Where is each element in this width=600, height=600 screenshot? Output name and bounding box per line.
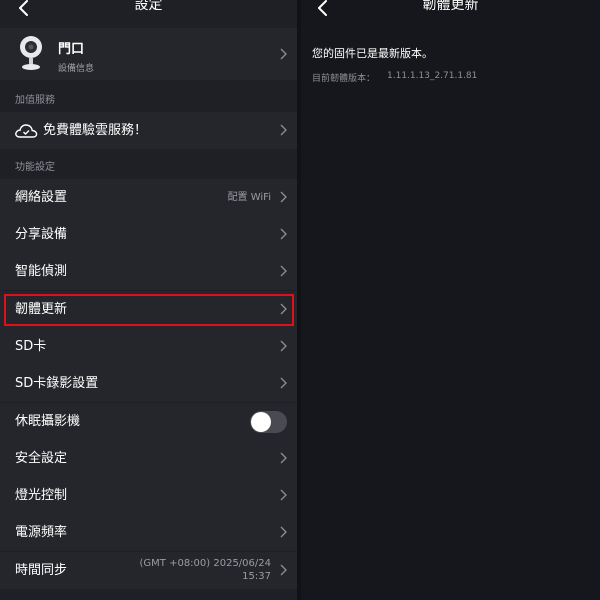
- sleep-camera-toggle[interactable]: [250, 411, 287, 433]
- device-info-row[interactable]: 門口 設備信息: [0, 28, 297, 80]
- cloud-service-label: 免費體驗雲服務！: [43, 123, 148, 138]
- row-label: 電源頻率: [15, 525, 68, 540]
- camera-icon: [20, 36, 42, 70]
- chevron-right-icon: [280, 265, 287, 277]
- sleep-camera-row: 休眠攝影機: [0, 403, 297, 440]
- chevron-right-icon: [280, 228, 287, 240]
- settings-header: 設定: [0, 0, 297, 24]
- network-settings-row[interactable]: 網絡設置 配置 WiFi: [0, 179, 297, 216]
- power-frequency-row[interactable]: 電源頻率: [0, 514, 297, 551]
- chevron-right-icon: [280, 303, 287, 315]
- row-label: 網絡設置: [15, 190, 68, 205]
- firmware-version-value: 1.11.1.13_2.71.1.81: [387, 71, 478, 81]
- firmware-update-row[interactable]: 韌體更新: [0, 291, 297, 328]
- app-root: 設定 門口 設備信息 加值服務 免費體驗雲服務！ 功能設定 網絡設置 配置 Wi…: [0, 0, 600, 600]
- device-subtitle: 設備信息: [58, 64, 95, 74]
- sd-recording-settings-row[interactable]: SD卡錄影設置: [0, 365, 297, 402]
- section-functions: 功能設定: [15, 162, 55, 173]
- chevron-right-icon: [280, 340, 287, 352]
- firmware-header: 韌體更新: [301, 0, 600, 24]
- row-label: 韌體更新: [15, 302, 68, 317]
- firmware-version-label: 目前韌體版本：: [312, 74, 376, 84]
- section-value-added: 加值服務: [15, 95, 55, 106]
- firmware-status-text: 您的固件已是最新版本。: [312, 47, 433, 60]
- settings-panel: 設定 門口 設備信息 加值服務 免費體驗雲服務！ 功能設定 網絡設置 配置 Wi…: [0, 0, 297, 600]
- sd-card-row[interactable]: SD卡: [0, 328, 297, 365]
- chevron-right-icon: [280, 564, 287, 576]
- firmware-title: 韌體更新: [422, 0, 479, 13]
- row-label: SD卡錄影設置: [15, 376, 99, 391]
- row-label: 休眠攝影機: [15, 414, 81, 429]
- chevron-right-icon: [280, 452, 287, 464]
- row-label: 時間同步: [15, 563, 68, 578]
- time-sync-value: (GMT +08:00) 2025/06/24 15:37: [140, 557, 271, 583]
- cloud-service-row[interactable]: 免費體驗雲服務！: [0, 112, 297, 149]
- cloud-icon: [15, 124, 38, 138]
- settings-title: 設定: [134, 0, 163, 13]
- chevron-right-icon: [280, 489, 287, 501]
- device-name: 門口: [58, 42, 85, 57]
- row-value: 配置 WiFi: [227, 192, 271, 203]
- chevron-right-icon: [280, 191, 287, 203]
- share-device-row[interactable]: 分享設備: [0, 216, 297, 253]
- chevron-right-icon: [280, 526, 287, 538]
- security-settings-row[interactable]: 安全設定: [0, 440, 297, 477]
- light-control-row[interactable]: 燈光控制: [0, 477, 297, 514]
- row-label: 燈光控制: [15, 488, 68, 503]
- chevron-right-icon: [280, 124, 287, 136]
- row-label: 分享設備: [15, 227, 68, 242]
- toggle-knob: [251, 412, 271, 432]
- firmware-panel: 韌體更新 您的固件已是最新版本。 目前韌體版本： 1.11.1.13_2.71.…: [301, 0, 600, 600]
- time-sync-row[interactable]: 時間同步 (GMT +08:00) 2025/06/24 15:37: [0, 552, 297, 589]
- time-sync-date: (GMT +08:00) 2025/06/24: [139, 558, 271, 569]
- chevron-right-icon: [280, 48, 287, 60]
- row-label: 智能偵測: [15, 264, 68, 279]
- row-label: 安全設定: [15, 451, 68, 466]
- chevron-right-icon: [280, 377, 287, 389]
- row-label: SD卡: [15, 339, 47, 354]
- smart-detection-row[interactable]: 智能偵測: [0, 253, 297, 290]
- time-sync-time: 15:37: [242, 571, 271, 582]
